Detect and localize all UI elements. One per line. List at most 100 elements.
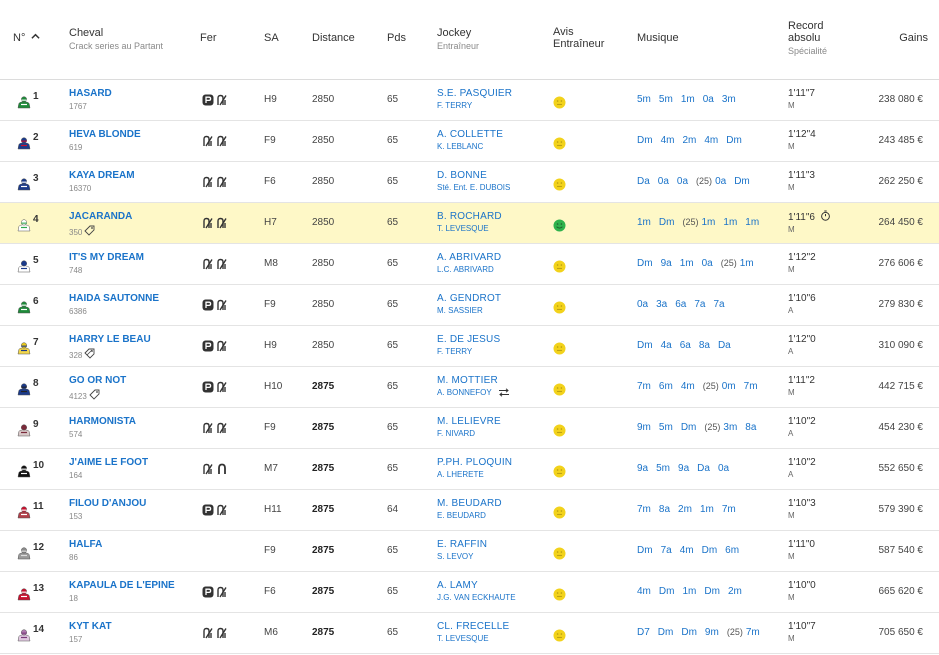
header-fer[interactable]: Fer <box>200 32 217 44</box>
horse-name-link[interactable]: KYT KAT <box>69 620 112 633</box>
trainer-name-link[interactable]: S. LEVOY <box>437 552 473 561</box>
horse-name-link[interactable]: HARMONISTA <box>69 415 136 428</box>
musique-result-link[interactable]: Dm <box>681 422 697 433</box>
avis-smiley-neutral-icon[interactable] <box>553 424 566 437</box>
table-row[interactable]: 11 FILOU D'ANJOU 153 H11 2875 64 M. BEUDARD E. … <box>0 490 939 531</box>
avis-smiley-positive-icon[interactable] <box>553 219 566 232</box>
musique-result-link[interactable]: 8a <box>659 504 670 515</box>
musique-result-link[interactable]: 9a <box>678 463 689 474</box>
musique-result-link[interactable]: 9a <box>661 258 672 269</box>
musique-result-link[interactable]: 2m <box>682 135 696 146</box>
table-row[interactable]: 12 HALFA 86 F9 2875 65 E. RAFFIN S. LEVOY Dm 7a 4… <box>0 531 939 572</box>
header-sa[interactable]: SA <box>264 32 279 44</box>
trainer-name-link[interactable]: T. LEVESQUE <box>437 634 489 643</box>
musique-result-link[interactable]: 0a <box>658 176 669 187</box>
trainer-name-link[interactable]: F. NIVARD <box>437 429 475 438</box>
musique-result-link[interactable]: 0a <box>702 258 713 269</box>
header-jockey[interactable]: Jockey Entraîneur <box>437 27 479 52</box>
trainer-name-link[interactable]: F. TERRY <box>437 101 472 110</box>
horse-name-link[interactable]: IT'S MY DREAM <box>69 251 144 264</box>
musique-result-link[interactable]: 1m <box>740 258 754 269</box>
jockey-name-link[interactable]: M. MOTTIER <box>437 374 510 387</box>
avis-smiley-neutral-icon[interactable] <box>553 506 566 519</box>
header-distance[interactable]: Distance <box>312 32 355 44</box>
avis-entraineur[interactable] <box>553 178 566 191</box>
musique-result-link[interactable]: Da <box>637 176 650 187</box>
avis-smiley-neutral-icon[interactable] <box>553 260 566 273</box>
musique-result-link[interactable]: 1m <box>682 586 696 597</box>
avis-entraineur[interactable] <box>553 96 566 109</box>
musique-result-link[interactable]: 7m <box>746 627 760 638</box>
trainer-name-link[interactable]: L.C. ABRIVARD <box>437 265 494 274</box>
musique-result-link[interactable]: Dm <box>659 586 675 597</box>
avis-entraineur[interactable] <box>553 137 566 150</box>
musique-result-link[interactable]: Dm <box>637 340 653 351</box>
horse-name-link[interactable]: HEVA BLONDE <box>69 128 141 141</box>
trainer-name-link[interactable]: Sté. Ent. E. DUBOIS <box>437 183 510 192</box>
header-avis[interactable]: Avis Entraîneur <box>553 26 604 50</box>
jockey-name-link[interactable]: CL. FRECELLE <box>437 620 509 633</box>
musique-result-link[interactable]: 1m <box>701 217 715 228</box>
table-row[interactable]: 3 KAYA DREAM 16370 F6 2850 65 D. BONNE Sté. Ent… <box>0 162 939 203</box>
musique-result-link[interactable]: D7 <box>637 627 650 638</box>
avis-entraineur[interactable] <box>553 219 566 232</box>
avis-smiley-neutral-icon[interactable] <box>553 465 566 478</box>
trainer-name-link[interactable]: T. LEVESQUE <box>437 224 489 233</box>
header-cheval[interactable]: Cheval Crack series au Partant <box>69 27 163 52</box>
musique-result-link[interactable]: 6a <box>680 340 691 351</box>
musique-result-link[interactable]: Dm <box>637 545 653 556</box>
avis-entraineur[interactable] <box>553 383 566 396</box>
table-row[interactable]: 1 HASARD 1767 H9 2850 65 S.E. PASQUIER F. TERRY… <box>0 80 939 121</box>
horse-name-link[interactable]: JACARANDA <box>69 210 132 223</box>
musique-result-link[interactable]: 0m <box>722 381 736 392</box>
horse-name-link[interactable]: KAPAULA DE L'EPINE <box>69 579 175 592</box>
musique-result-link[interactable]: 9m <box>705 627 719 638</box>
avis-entraineur[interactable] <box>553 260 566 273</box>
trainer-name-link[interactable]: K. LEBLANC <box>437 142 483 151</box>
trainer-name-link[interactable]: J.G. VAN ECKHAUTE <box>437 593 516 602</box>
musique-result-link[interactable]: 7m <box>722 504 736 515</box>
table-row[interactable]: 2 HEVA BLONDE 619 F9 2850 65 A. COLLETTE K. LEB… <box>0 121 939 162</box>
musique-result-link[interactable]: 7m <box>637 504 651 515</box>
table-row[interactable]: 9 HARMONISTA 574 F9 2875 65 M. LELIEVRE F. NIVA… <box>0 408 939 449</box>
musique-result-link[interactable]: 3a <box>656 299 667 310</box>
jockey-name-link[interactable]: S.E. PASQUIER <box>437 87 512 100</box>
trainer-name-link[interactable]: M. SASSIER <box>437 306 483 315</box>
musique-result-link[interactable]: Dm <box>637 258 653 269</box>
avis-smiley-neutral-icon[interactable] <box>553 588 566 601</box>
table-row[interactable]: 13 KAPAULA DE L'EPINE 18 F6 2875 65 A. LAMY J.G… <box>0 572 939 613</box>
musique-result-link[interactable]: 0a <box>715 176 726 187</box>
musique-result-link[interactable]: 6m <box>659 381 673 392</box>
header-pds[interactable]: Pds <box>387 32 406 44</box>
musique-result-link[interactable]: 7a <box>694 299 705 310</box>
swap-arrows-icon[interactable] <box>498 388 510 397</box>
musique-result-link[interactable]: 4a <box>661 340 672 351</box>
header-num[interactable]: N° <box>13 32 40 44</box>
musique-result-link[interactable]: 4m <box>704 135 718 146</box>
musique-result-link[interactable]: 6m <box>725 545 739 556</box>
table-row[interactable]: 10 J'AIME LE FOOT 164 M7 2875 65 P.PH. PLOQUIN… <box>0 449 939 490</box>
musique-result-link[interactable]: 4m <box>637 586 651 597</box>
musique-result-link[interactable]: Dm <box>659 217 675 228</box>
sort-ascending-icon[interactable] <box>31 32 40 41</box>
musique-result-link[interactable]: 1m <box>680 258 694 269</box>
avis-smiley-neutral-icon[interactable] <box>553 137 566 150</box>
table-row[interactable]: 7 HARRY LE BEAU 328 H9 2850 65 E. DE JESUS F. T… <box>0 326 939 367</box>
musique-result-link[interactable]: 9a <box>637 463 648 474</box>
musique-result-link[interactable]: 6a <box>675 299 686 310</box>
jockey-name-link[interactable]: E. RAFFIN <box>437 538 487 551</box>
musique-result-link[interactable]: 1m <box>681 94 695 105</box>
musique-result-link[interactable]: 7m <box>637 381 651 392</box>
musique-result-link[interactable]: 1m <box>637 217 651 228</box>
avis-entraineur[interactable] <box>553 424 566 437</box>
horse-name-link[interactable]: HASARD <box>69 87 112 100</box>
horse-name-link[interactable]: HALFA <box>69 538 102 551</box>
musique-result-link[interactable]: 3m <box>722 94 736 105</box>
musique-result-link[interactable]: Dm <box>681 627 697 638</box>
jockey-name-link[interactable]: A. GENDROT <box>437 292 501 305</box>
musique-result-link[interactable]: Dm <box>637 135 653 146</box>
musique-result-link[interactable]: 5m <box>659 94 673 105</box>
musique-result-link[interactable]: 2m <box>728 586 742 597</box>
trainer-name-link[interactable]: A. LHERETE <box>437 470 484 479</box>
table-row[interactable]: 5 IT'S MY DREAM 748 M8 2850 65 A. ABRIVARD L.C.… <box>0 244 939 285</box>
